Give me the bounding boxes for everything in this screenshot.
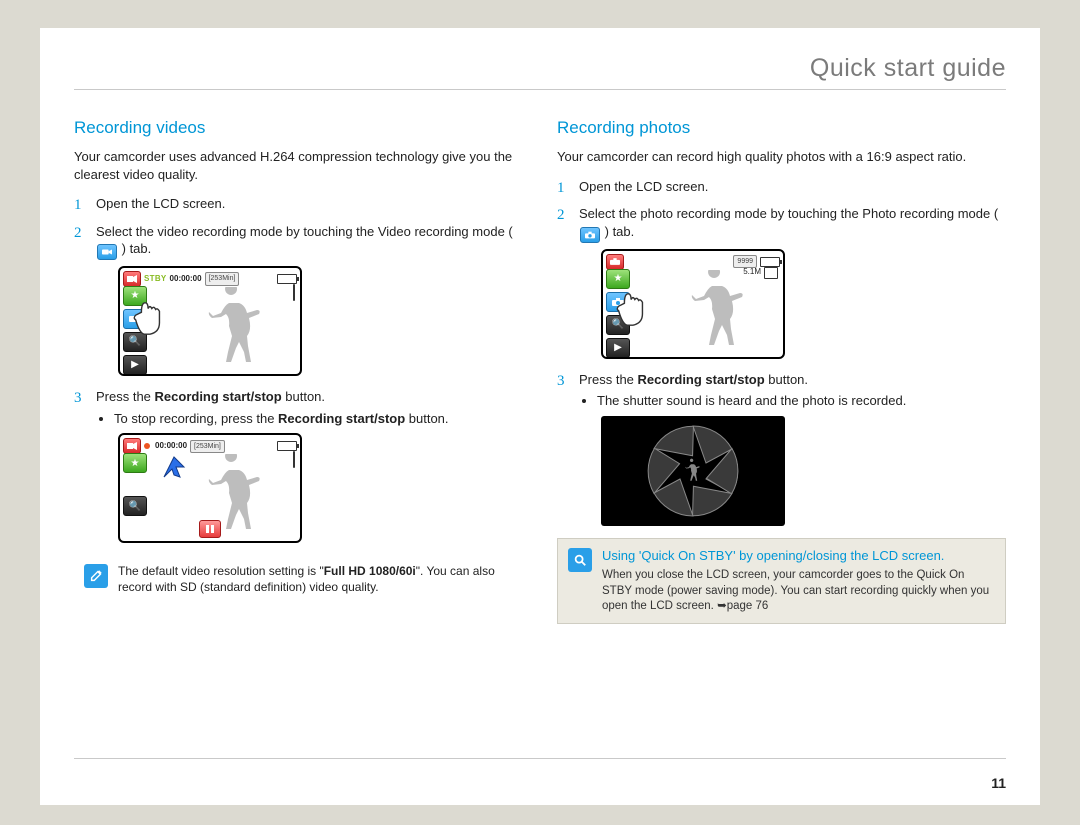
lcd-sidebar: ★ 🔍: [123, 453, 147, 516]
step-1-photos: Open the LCD screen.: [557, 178, 1006, 196]
lcd-remaining: [253Min]: [205, 272, 240, 285]
sidebar-green-icon: ★: [606, 269, 630, 289]
lcd-frame-photo: 9999 5.1M ★: [601, 249, 785, 359]
step-3b-text: Recording start/stop: [638, 372, 765, 387]
step-3b-text: Recording start/stop: [155, 389, 282, 404]
lcd-rec-screenshot: 00:00:00 [253Min] ★ 🔍: [118, 433, 523, 543]
step-3a-text: Press the: [96, 389, 155, 404]
step-2a-text: Select the photo recording mode by touch…: [579, 206, 998, 221]
sidebar-play-icon: ▶: [123, 355, 147, 375]
step-3-bullet: The shutter sound is heard and the photo…: [597, 392, 1006, 410]
lcd-timecode: 00:00:00: [170, 274, 202, 285]
step-3-videos: Press the Recording start/stop button. T…: [74, 388, 523, 543]
info-body: When you close the LCD screen, your camc…: [602, 568, 995, 615]
intro-videos: Your camcorder uses advanced H.264 compr…: [74, 148, 523, 183]
content-columns: Recording videos Your camcorder uses adv…: [74, 110, 1006, 624]
silhouette-figure: [201, 287, 271, 367]
sidebar-play-icon: ▶: [606, 338, 630, 358]
col-recording-videos: Recording videos Your camcorder uses adv…: [74, 110, 523, 624]
lcd-stby-label: STBY: [144, 274, 167, 285]
lcd-frame-rec: 00:00:00 [253Min] ★ 🔍: [118, 433, 302, 543]
note-b: Full HD 1080/60i: [324, 564, 416, 578]
sidebar-green-icon: ★: [123, 453, 147, 473]
info-title: Using 'Quick On STBY' by opening/closing…: [602, 547, 995, 565]
step-3c-text: button.: [765, 372, 808, 387]
section-heading-photos: Recording photos: [557, 118, 1006, 138]
steps-videos: Open the LCD screen. Select the video re…: [74, 195, 523, 543]
video-mode-icon: [97, 244, 117, 260]
page-number: 11: [991, 775, 1006, 791]
lcd-mode-icon: [123, 438, 141, 454]
note-text: The default video resolution setting is …: [118, 563, 513, 595]
lcd-mode-icon: [606, 254, 624, 270]
step-2-videos: Select the video recording mode by touch…: [74, 223, 523, 377]
steps-photos: Open the LCD screen. Select the photo re…: [557, 178, 1006, 526]
step-3-bullet-a: To stop recording, press the: [114, 411, 278, 426]
info-body-ref: ➥page 76: [717, 600, 768, 612]
touch-hand-icon: [130, 300, 168, 336]
touch-hand-icon: [613, 291, 651, 327]
section-heading-videos: Recording videos: [74, 118, 523, 138]
lcd-mode-icon: [123, 271, 141, 287]
page-title: Quick start guide: [74, 54, 1006, 90]
step-1-text: Open the LCD screen.: [579, 179, 708, 194]
note-pencil-icon: [84, 564, 108, 588]
step-3-bullet-b: Recording start/stop: [278, 411, 405, 426]
lcd-frame: STBY 00:00:00 [253Min] ★: [118, 266, 302, 376]
battery-icon: [760, 257, 780, 267]
intro-photos: Your camcorder can record high quality p…: [557, 148, 1006, 166]
step-1-videos: Open the LCD screen.: [74, 195, 523, 213]
sidebar-zoom-icon: 🔍: [123, 496, 147, 516]
step-3-sub: The shutter sound is heard and the photo…: [579, 392, 1006, 410]
pause-button-icon: [199, 520, 221, 538]
step-3-sub: To stop recording, press the Recording s…: [96, 410, 523, 428]
step-3a-text: Press the: [579, 372, 638, 387]
card-icon: [293, 284, 295, 302]
step-3-bullet: To stop recording, press the Recording s…: [114, 410, 523, 428]
step-3-photos: Press the Recording start/stop button. T…: [557, 371, 1006, 526]
photo-mode-icon: [580, 227, 600, 243]
footer-rule: [74, 758, 1006, 759]
lcd-stby-screenshot: STBY 00:00:00 [253Min] ★: [118, 266, 523, 376]
step-2a-text: Select the video recording mode by touch…: [96, 224, 513, 239]
step-2b-text: ) tab.: [605, 224, 635, 239]
cursor-arrow-icon: [160, 453, 188, 481]
info-body-a: When you close the LCD screen, your camc…: [602, 569, 989, 612]
lcd-photo-screenshot: 9999 5.1M ★: [601, 249, 1006, 359]
note-default-resolution: The default video resolution setting is …: [74, 555, 523, 603]
lcd-remaining: [253Min]: [190, 440, 225, 453]
step-3c-text: button.: [282, 389, 325, 404]
manual-page: Quick start guide Recording videos Your …: [40, 28, 1040, 805]
silhouette-figure: [684, 270, 754, 350]
step-2-photos: Select the photo recording mode by touch…: [557, 205, 1006, 359]
battery-icon: [277, 274, 297, 284]
note-a: The default video resolution setting is …: [118, 564, 324, 578]
rec-indicator-icon: [144, 443, 150, 449]
step-2b-text: ) tab.: [122, 241, 152, 256]
card-icon: [293, 451, 295, 469]
lcd-timecode: 00:00:00: [155, 441, 187, 452]
info-content: Using 'Quick On STBY' by opening/closing…: [602, 547, 995, 615]
info-quick-on-stby: Using 'Quick On STBY' by opening/closing…: [557, 538, 1006, 624]
info-magnifier-icon: [568, 548, 592, 572]
step-1-text: Open the LCD screen.: [96, 196, 225, 211]
card-icon: [764, 267, 778, 279]
battery-icon: [277, 441, 297, 451]
aperture-graphic: [601, 416, 785, 526]
step-3-bullet-c: button.: [405, 411, 448, 426]
col-recording-photos: Recording photos Your camcorder can reco…: [557, 110, 1006, 624]
